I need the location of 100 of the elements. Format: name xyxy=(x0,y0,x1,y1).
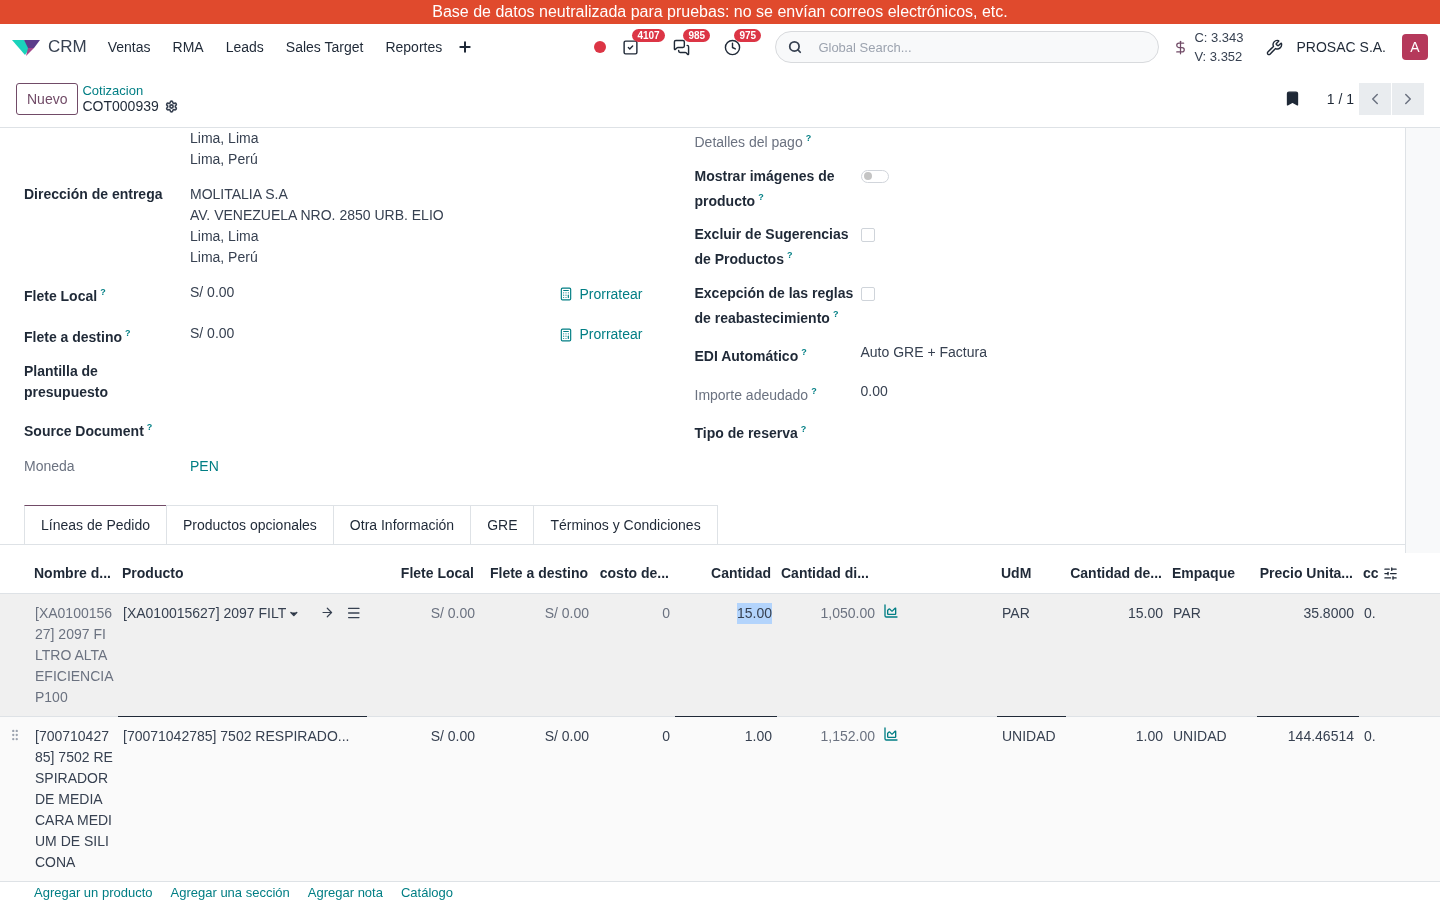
table-cell-text: 1.00 xyxy=(1135,727,1163,746)
field-label: Mostrar imágenes de producto $^{?}$ xyxy=(694,166,836,211)
column-header[interactable]: Nombre d... xyxy=(29,565,117,581)
add-line-link[interactable]: Agregar nota xyxy=(307,885,383,900)
column-header[interactable]: Producto xyxy=(117,565,366,581)
table-cell-text: S/ 0.00 xyxy=(544,727,589,746)
menu-item[interactable]: Sales Target xyxy=(274,39,375,55)
field-label: EDI Automático $^{?}$ xyxy=(694,345,808,366)
table-cell-text: UNIDAD xyxy=(1173,727,1227,746)
column-header[interactable]: Flete a destino xyxy=(479,565,593,581)
arrow-icon[interactable] xyxy=(319,605,335,620)
column-settings-icon[interactable] xyxy=(1382,565,1398,581)
table-cell-text: [70071042785] 7502 RESPIRADO... xyxy=(123,727,350,746)
add-line-link[interactable]: Agregar una sección xyxy=(170,885,290,900)
table-cell-text: 1,050.00 xyxy=(819,604,875,623)
table-row[interactable]: [XA010015627] 2097 FILTRO ALTA EFICIENCIA P100 [XA010015627] 2097 FILT S/ 0.00 S/ 0.00 0 15.00 1,050.00 PAR 15.00 PAR 35.8000 0. xyxy=(0,594,1440,717)
menu-item[interactable]: Reportes xyxy=(374,39,454,55)
table-row[interactable]: [70071042785] 7502 RESPIRADOR DE MEDIA CARA MEDIUM DE SILICONA [70071042785] 7502 RESPIRADO... S/ 0.00 S/ 0.00 0 1.00 1,152.00 UNIDAD 1.00 UNIDAD 144.46514 0. xyxy=(0,717,1440,882)
field-value: Lima, Lima xyxy=(190,129,260,148)
field-value: Lima, Lima xyxy=(190,227,260,246)
settings-icon[interactable] xyxy=(164,99,178,113)
column-header[interactable]: cc xyxy=(1358,565,1439,581)
logo-icon xyxy=(12,38,40,56)
menu-item[interactable]: RMA xyxy=(161,39,215,55)
field-label: Tipo de reserva $^{?}$ xyxy=(694,422,808,443)
prorate-link[interactable]: Prorratear xyxy=(559,322,643,348)
table-cell-text: S/ 0.00 xyxy=(430,727,475,746)
field-label: Detalles del pago $^{?}$ xyxy=(694,132,813,152)
field-value: S/ 0.00 xyxy=(190,323,236,343)
table-cell-text: 144.46514 xyxy=(1287,727,1354,746)
table-cell-text: 0 xyxy=(662,604,670,623)
prorate-link[interactable]: Prorratear xyxy=(559,282,643,307)
currency-link[interactable]: PEN xyxy=(190,455,695,477)
column-header[interactable]: UdM xyxy=(996,565,1065,581)
add-line-link[interactable]: Catálogo xyxy=(400,885,453,900)
table-cell-text: 1,152.00 xyxy=(819,727,875,746)
exchange-rate: V: 3.352 xyxy=(1194,48,1244,66)
tools-icon[interactable] xyxy=(1265,38,1283,56)
table-cell-text: 0 xyxy=(662,727,670,746)
field-label: Flete Local $^{?}$ xyxy=(24,286,107,306)
field-value: Lima, Perú xyxy=(190,248,259,267)
tab[interactable]: Términos y Condiciones xyxy=(533,505,718,544)
checkbox[interactable] xyxy=(860,286,875,301)
column-header[interactable]: Flete Local xyxy=(366,565,479,581)
new-button[interactable]: Nuevo xyxy=(16,82,79,115)
field-label: Excepción de las reglas de reabastecimiento $^{?}$ xyxy=(694,283,855,328)
app-name[interactable]: CRM xyxy=(48,37,87,57)
field-label: Source Document $^{?}$ xyxy=(24,421,154,441)
company-name[interactable]: PROSAC S.A. xyxy=(1296,39,1386,55)
field-value: AV. VENEZUELA NRO. 2850 URB. ELIO xyxy=(190,206,445,225)
count-badge: 4107 xyxy=(632,28,665,42)
table-cell-text: [XA010015627] 2097 FILT xyxy=(123,604,287,623)
toggle-switch[interactable] xyxy=(860,169,889,183)
column-header[interactable]: Cantidad xyxy=(674,565,776,581)
field-value: S/ 0.00 xyxy=(190,283,236,302)
add-line-link[interactable]: Agregar un producto xyxy=(34,885,153,900)
field-label: Dirección de entrega xyxy=(24,185,164,204)
column-header[interactable]: Precio Unita... xyxy=(1256,565,1358,581)
table-cell-text: 15.00 xyxy=(1127,604,1163,623)
count-badge: 975 xyxy=(734,28,762,42)
warning-banner: Base de datos neutralizada para pruebas: no se envían correos electrónicos, etc. xyxy=(0,0,1440,24)
field-value: MOLITALIA S.A xyxy=(190,185,289,204)
table-cell-text: UNIDAD xyxy=(1002,727,1056,746)
table-cell-text: 0. xyxy=(1364,604,1376,623)
column-header[interactable]: Cantidad de... xyxy=(1065,565,1167,581)
menu-icon[interactable] xyxy=(346,605,362,621)
breadcrumb-link[interactable]: Cotizacion xyxy=(82,83,178,98)
table-cell-text: 35.8000 xyxy=(1303,604,1354,623)
clock-icon[interactable] xyxy=(724,38,742,56)
count-badge: 985 xyxy=(683,28,711,42)
status-dot xyxy=(594,41,607,53)
table-cell-text: PAR xyxy=(1002,604,1030,623)
field-label: Moneda xyxy=(24,456,76,476)
chart-icon[interactable] xyxy=(883,603,899,619)
checkbox-icon[interactable] xyxy=(622,38,640,56)
quantity-value: 15.00 xyxy=(736,603,772,624)
user-avatar[interactable]: A xyxy=(1402,34,1428,60)
field-value: Lima, Perú xyxy=(190,150,259,169)
tab[interactable]: Líneas de Pedido xyxy=(24,505,167,544)
table-cell-text: PAR xyxy=(1173,604,1201,623)
chart-icon[interactable] xyxy=(883,726,899,742)
checkbox[interactable] xyxy=(860,228,875,243)
menu-item[interactable]: Ventas xyxy=(96,39,162,55)
table-cell-text: [70071042785] 7502 RESPIRADOR DE MEDIA CARA MEDIUM DE SILICONA xyxy=(35,727,113,872)
table-cell-text: 0. xyxy=(1364,727,1376,746)
exchange-rate: C: 3.343 xyxy=(1194,29,1244,47)
pager-value[interactable]: 1 / 1 xyxy=(1326,90,1354,107)
field-value: 0.00 xyxy=(860,382,889,402)
field-label: Importe adeudado $^{?}$ xyxy=(694,385,818,405)
menu-item[interactable]: Leads xyxy=(214,39,275,55)
column-header[interactable]: Cantidad di... xyxy=(776,565,996,581)
chat-icon[interactable] xyxy=(673,38,691,56)
field-label: Excluir de Sugerencias de Productos $^{?}$ xyxy=(694,225,850,269)
field-label: Plantilla de presupuesto xyxy=(24,362,109,403)
column-header[interactable]: costo de... xyxy=(593,565,674,581)
table-cell-text: [XA010015627] 2097 FILTRO ALTA EFICIENCIA P100 xyxy=(35,604,113,707)
table-cell-text: S/ 0.00 xyxy=(544,604,589,623)
field-label: Flete a destino $^{?}$ xyxy=(24,326,132,347)
calculator-icon xyxy=(559,287,574,302)
column-header[interactable]: Empaque xyxy=(1167,565,1256,581)
